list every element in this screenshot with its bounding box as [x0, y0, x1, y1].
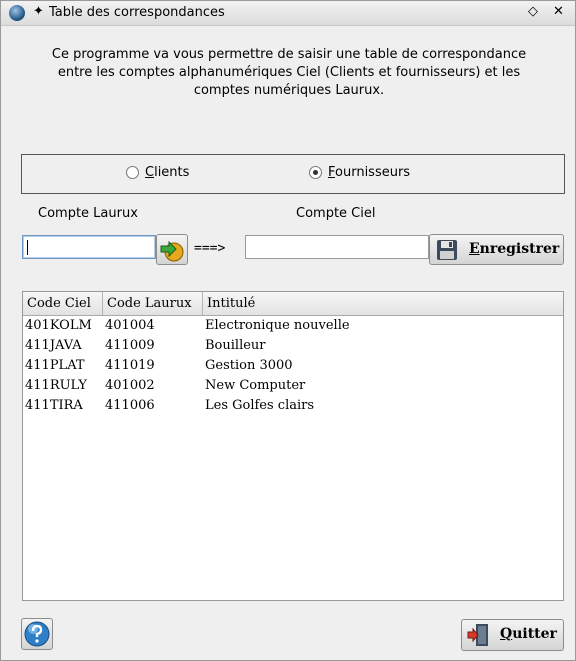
window-title: Table des correspondances: [49, 5, 225, 20]
table-row[interactable]: 401KOLM 401004 Electronique nouvelle: [23, 316, 563, 336]
table-row[interactable]: 411JAVA 411009 Bouilleur: [23, 336, 563, 356]
cell-code-laurux: 411009: [105, 338, 155, 353]
close-icon[interactable]: ✕: [553, 4, 564, 19]
cell-intitule: Electronique nouvelle: [205, 318, 350, 333]
intro-line: comptes numériques Laurux.: [193, 83, 385, 98]
compte-ciel-label: Compte Ciel: [296, 206, 376, 221]
radio-clients[interactable]: Clients: [126, 165, 189, 180]
cell-code-ciel: 411RULY: [25, 378, 87, 393]
radio-fournisseurs[interactable]: Fournisseurs: [309, 165, 410, 180]
table-header: Code Ciel Code Laurux Intitulé: [23, 292, 563, 316]
intro-line: Ce programme va vous permettre de saisir…: [51, 47, 527, 62]
compte-laurux-label: Compte Laurux: [38, 206, 138, 221]
exit-door-icon: [467, 624, 488, 646]
correspondence-table[interactable]: Code Ciel Code Laurux Intitulé 401KOLM 4…: [22, 291, 564, 601]
cell-intitule: Les Golfes clairs: [205, 398, 315, 413]
cell-code-ciel: 401KOLM: [25, 318, 92, 333]
radio-clients-label: Clients: [145, 165, 190, 180]
text-caret: [27, 240, 28, 255]
account-type-group: Clients Fournisseurs: [21, 154, 565, 194]
help-icon: [24, 621, 50, 647]
quit-button-label: Quitter: [500, 626, 557, 642]
pin-icon[interactable]: ✦: [33, 4, 44, 19]
cell-code-laurux: 411019: [105, 358, 155, 373]
restore-icon[interactable]: ◇: [528, 4, 538, 19]
compte-laurux-input[interactable]: [22, 235, 156, 259]
table-row[interactable]: 411PLAT 411019 Gestion 3000: [23, 356, 563, 376]
column-header-code-laurux[interactable]: Code Laurux: [103, 292, 203, 315]
app-logo-icon[interactable]: [9, 5, 25, 21]
column-header-code-ciel[interactable]: Code Ciel: [23, 292, 103, 315]
cell-code-ciel: 411JAVA: [25, 338, 82, 353]
cell-code-ciel: 411TIRA: [25, 398, 83, 413]
arrow-right-icon: [160, 240, 184, 262]
cell-code-laurux: 401002: [105, 378, 155, 393]
cell-code-ciel: 411PLAT: [25, 358, 85, 373]
table-row[interactable]: 411TIRA 411006 Les Golfes clairs: [23, 396, 563, 416]
help-button[interactable]: [21, 618, 53, 650]
cell-code-laurux: 401004: [105, 318, 155, 333]
main-window: ✦ Table des correspondances ◇ ✕ Ce progr…: [0, 0, 576, 661]
table-row[interactable]: 411RULY 401002 New Computer: [23, 376, 563, 396]
quit-button[interactable]: Quitter: [461, 619, 564, 651]
compte-ciel-input[interactable]: [245, 235, 429, 259]
intro-text: Ce programme va vous permettre de saisir…: [31, 46, 547, 100]
title-bar[interactable]: ✦ Table des correspondances ◇ ✕: [1, 1, 575, 26]
cell-intitule: Bouilleur: [205, 338, 266, 353]
radio-fournisseurs-indicator[interactable]: [309, 166, 322, 179]
save-button[interactable]: Enregistrer: [429, 234, 564, 265]
mapping-arrow: ===>: [194, 241, 226, 256]
cell-code-laurux: 411006: [105, 398, 155, 413]
radio-clients-indicator[interactable]: [126, 166, 139, 179]
save-button-label: Enregistrer: [469, 241, 560, 257]
validate-button[interactable]: [156, 234, 188, 265]
cell-intitule: Gestion 3000: [205, 358, 293, 373]
floppy-disk-icon: [437, 240, 457, 260]
radio-fournisseurs-label: Fournisseurs: [328, 165, 411, 180]
intro-line: entre les comptes alphanumériques Ciel (…: [57, 65, 521, 80]
cell-intitule: New Computer: [205, 378, 306, 393]
column-header-intitule[interactable]: Intitulé: [203, 292, 563, 315]
